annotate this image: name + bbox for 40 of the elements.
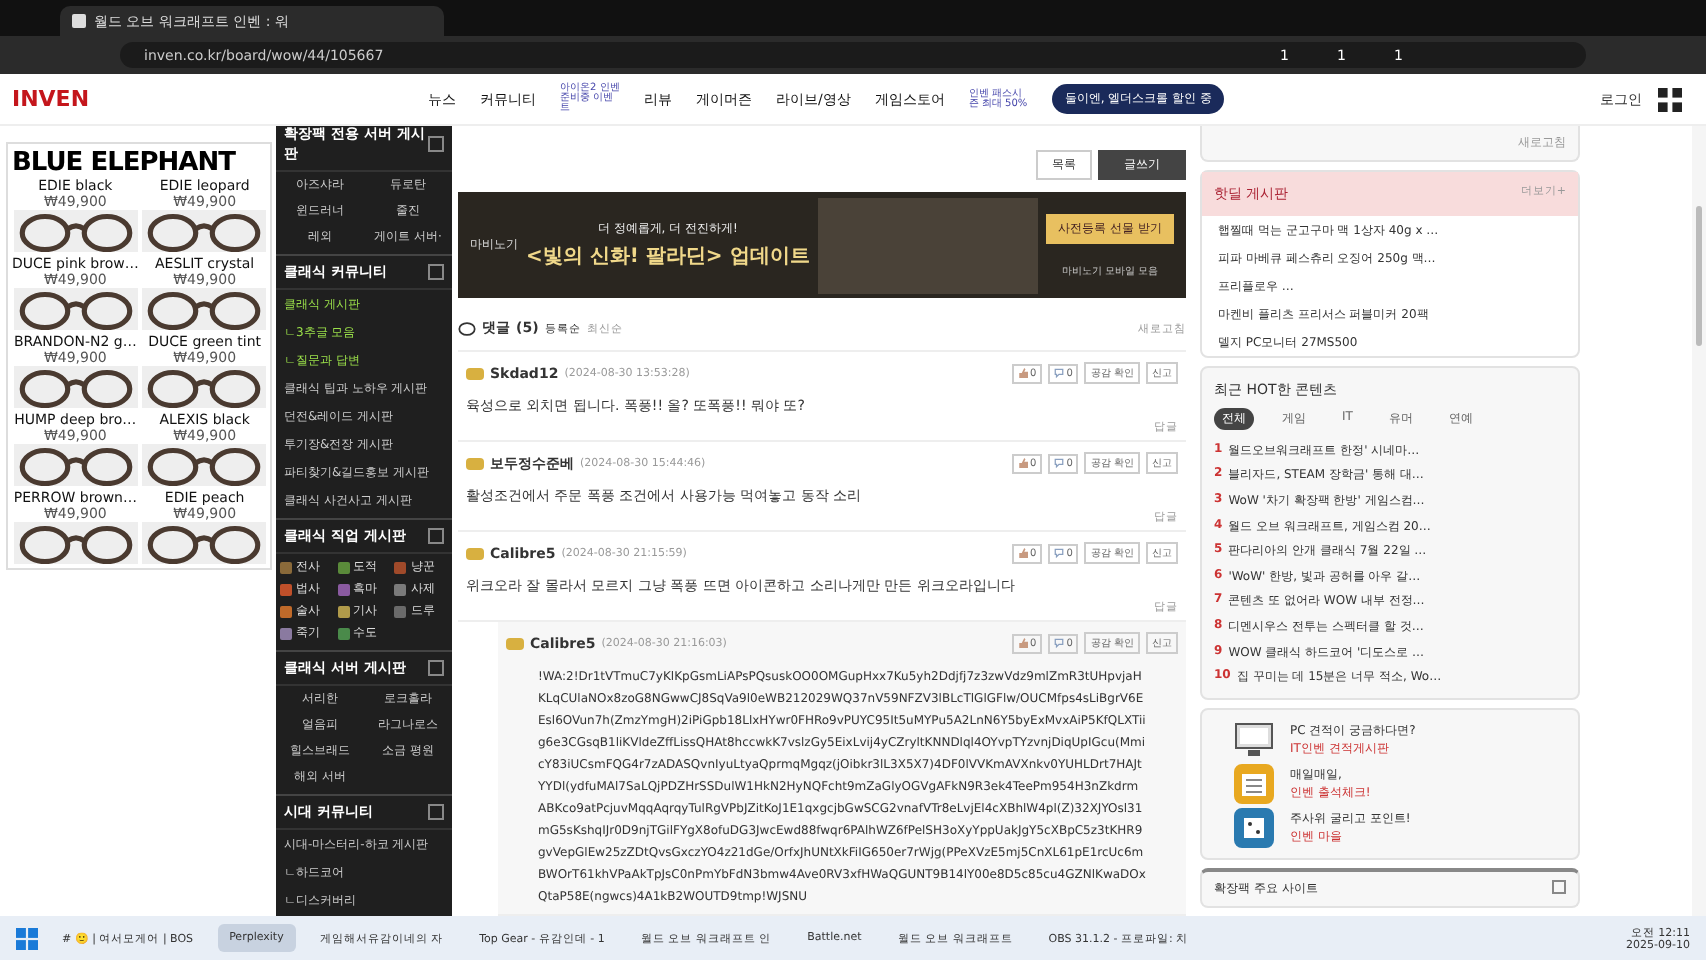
glasses-image [13,366,138,408]
speech-bubble-icon [1054,458,1065,468]
site-icon [72,14,86,28]
ad-panel[interactable] [6,142,272,570]
thumbs-up-icon [1018,458,1029,468]
level-icon [506,637,524,649]
glasses-image [142,444,267,486]
start-icon[interactable] [16,927,38,949]
collapse-icon[interactable] [428,136,444,152]
glasses-image [142,522,267,564]
glasses-image [142,366,267,408]
thumbs-up-icon [1018,638,1029,648]
expand-icon[interactable] [1552,879,1566,894]
site-logo[interactable]: INVEN [12,86,412,112]
collapse-icon[interactable] [428,264,444,280]
collapse-icon[interactable] [428,660,444,676]
monitor-icon [1234,719,1274,760]
glasses-image [13,522,138,564]
ad-brand: BLUE ELEPHANT [12,148,238,178]
banner-headline: <빛의 신화! 팔라딘> 업데이트 [526,244,810,270]
speech-bubble-icon [1054,368,1065,378]
glasses-image [13,444,138,486]
collapse-icon[interactable] [428,528,444,544]
apps-grid-icon[interactable] [1658,87,1682,111]
calendar-icon [1234,763,1274,804]
thumbs-up-icon [1018,368,1029,378]
level-icon [466,367,484,379]
dice-icon [1234,807,1274,848]
level-icon [466,547,484,559]
collapse-icon[interactable] [428,804,444,820]
speech-bubble-icon [1054,548,1065,558]
glasses-image [13,288,138,330]
glasses-image [13,210,138,252]
comment-icon [458,321,476,335]
thumbs-up-icon [1018,548,1029,558]
scrollbar-thumb[interactable] [1696,206,1702,346]
speech-bubble-icon [1054,638,1065,648]
glasses-image [142,288,267,330]
level-icon [466,457,484,469]
glasses-image [142,210,267,252]
